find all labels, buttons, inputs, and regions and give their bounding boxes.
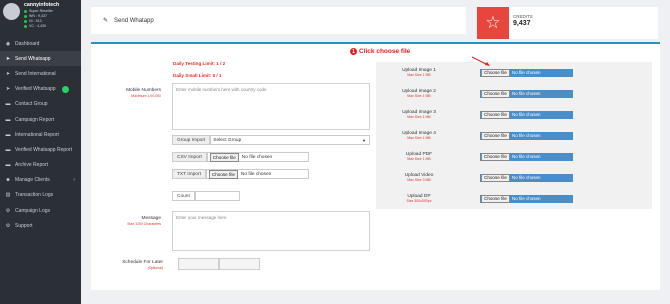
upload-pdf-choose-button[interactable]: Choose file (481, 152, 510, 161)
profile-role: Super Reseller (29, 9, 53, 13)
sidebar-item-send-whatsapp[interactable]: ➤ Send Whatsapp (0, 51, 81, 67)
schedule-label: Schedule For Later (Optional) (122, 260, 163, 270)
sidebar-item-verified-whatsapp[interactable]: ➤ Verified Whatsapp (0, 82, 81, 97)
balance-wa: WN : 9,437 (29, 14, 47, 18)
upload-row-image-4: Upload Image 4 Max Size 1 MB Choose file N… (376, 125, 652, 146)
whatsapp-badge-icon (61, 85, 69, 93)
group-import-label: Group Import (172, 135, 211, 145)
mobile-numbers-label: Mobile Numbers Maximum 1,00,000 (126, 88, 161, 98)
count-field (194, 191, 240, 201)
schedule-inputs (178, 258, 260, 270)
sidebar-item-campaign-report[interactable]: ▬ Campaign Report (0, 112, 81, 127)
upload-row-image-2: Upload Image 2 Max Size 1 MB Choose file N… (376, 83, 652, 104)
chart-icon: ▥ (5, 192, 11, 199)
message-textarea[interactable]: Enter your message here (172, 211, 370, 251)
csv-file-status: No file chosen (241, 154, 273, 160)
schedule-date-input[interactable] (178, 258, 219, 270)
callout-number: 1 (350, 48, 357, 55)
avatar[interactable] (3, 3, 20, 20)
gear-icon: ⚙ (5, 207, 11, 214)
daily-small-limit: Daily Small Limit: 0 / 1 (173, 73, 222, 78)
upload-dp-choose-button[interactable]: Choose file (481, 194, 510, 203)
star-icon: ☆ (477, 7, 509, 39)
group-select[interactable]: Select Group ▼ (210, 135, 370, 145)
txt-file-status: No file chosen (240, 171, 272, 177)
users-icon: ☻ (5, 177, 11, 184)
upload-row-dp: Upload DP Size 300x300px Choose file No fi… (376, 188, 652, 209)
annotation-callout: 1 Click choose file (350, 48, 410, 55)
upload-row-pdf: Upload PDF Max Size 1 MB Choose file No fi… (376, 146, 652, 167)
credits-value: 9,437 (513, 20, 531, 27)
sidebar-item-verified-whatsapp-report[interactable]: ▬ Verified Whatsapp Report (0, 142, 81, 157)
send-form: Daily Testing Limit: 1 / 2 Daily Small L… (91, 42, 660, 290)
group-import-row: Group Import Select Group ▼ (172, 135, 370, 145)
sidebar-item-transaction-logs[interactable]: ▥ Transaction Logs (0, 188, 81, 203)
send-icon: ➤ (5, 86, 11, 93)
status-dot-icon (24, 14, 27, 18)
dashboard-icon: ◉ (5, 40, 11, 47)
txt-import-label: TXT Import (172, 169, 206, 179)
sidebar-item-contact-group[interactable]: ▬ Contact Group (0, 97, 81, 112)
page-title: Send Whatapp (114, 17, 154, 24)
upload-image-2-choose-button[interactable]: Choose file (481, 89, 510, 98)
callout-text: Click choose file (359, 48, 411, 55)
daily-testing-limit: Daily Testing Limit: 1 / 2 (173, 61, 226, 66)
sidebar-item-send-international[interactable]: ➤ Send International (0, 66, 81, 81)
credits-label: CREDITS (513, 14, 533, 19)
pencil-icon: ✎ (103, 18, 109, 24)
upload-row-image-1: Upload Image 1 Max Size 1 MB Choose file N… (376, 62, 652, 83)
count-row: Count (172, 191, 240, 201)
upload-image-3-choose-button[interactable]: Choose file (481, 110, 510, 119)
profile: cannyinfotech Super Reseller WN : 9,437 … (0, 0, 81, 36)
mobile-numbers-textarea[interactable]: Enter mobile numbers here with country c… (172, 83, 370, 130)
folder-icon: ▬ (5, 101, 11, 108)
sidebar-item-campaign-logs[interactable]: ⚙ Campaign Logs (0, 203, 81, 218)
upload-row-image-3: Upload Image 3 Max Size 1 MB Choose file N… (376, 104, 652, 125)
send-icon: ➤ (5, 70, 11, 77)
count-label: Count (172, 191, 195, 201)
csv-import-label: CSV Import (172, 152, 207, 162)
schedule-time-input[interactable] (219, 258, 260, 270)
status-dot-icon (24, 24, 27, 28)
status-dot-icon (24, 9, 27, 13)
gear-icon: ⚙ (5, 222, 11, 229)
chevron-left-icon: ‹ (73, 177, 75, 184)
upload-image-4-choose-button[interactable]: Choose file (481, 131, 510, 140)
csv-choose-file-button[interactable]: Choose file (209, 152, 239, 162)
upload-image-1-choose-button[interactable]: Choose file (481, 68, 510, 77)
balance-ni: NI : 513 (29, 19, 42, 23)
sidebar: cannyinfotech Super Reseller WN : 9,437 … (0, 0, 81, 304)
page-header: ✎ Send Whatapp (91, 7, 466, 34)
sidebar-item-support[interactable]: ⚙ Support (0, 218, 81, 233)
sidebar-item-manage-clients[interactable]: ☻ Manage Clients ‹ (0, 173, 81, 188)
folder-icon: ▬ (5, 131, 11, 138)
folder-icon: ▬ (5, 146, 11, 153)
sidebar-item-archive-report[interactable]: ▬ Archive Report (0, 158, 81, 173)
send-icon: ➤ (5, 55, 11, 62)
upload-row-video: Upload Video Max Size 3 MB Choose file No … (376, 167, 652, 188)
txt-choose-file-button[interactable]: Choose file (208, 169, 238, 179)
balance-vc: VC : 4,430 (29, 24, 46, 28)
status-dot-icon (24, 19, 27, 23)
csv-import-row: CSV Import Choose file No file chosen (172, 152, 309, 162)
chevron-down-icon: ▼ (362, 137, 366, 143)
sidebar-item-dashboard[interactable]: ◉ Dashboard (0, 36, 81, 51)
message-label: Message Max 1000 Characters (127, 216, 161, 226)
upload-video-choose-button[interactable]: Choose file (481, 173, 510, 182)
sidebar-item-international-report[interactable]: ▬ International Report (0, 127, 81, 142)
profile-name: cannyinfotech (24, 2, 60, 8)
folder-icon: ▬ (5, 162, 11, 169)
folder-icon: ▬ (5, 116, 11, 123)
credits-card: ☆ CREDITS 9,437 (477, 7, 658, 39)
txt-import-row: TXT Import Choose file No file chosen (172, 169, 309, 179)
